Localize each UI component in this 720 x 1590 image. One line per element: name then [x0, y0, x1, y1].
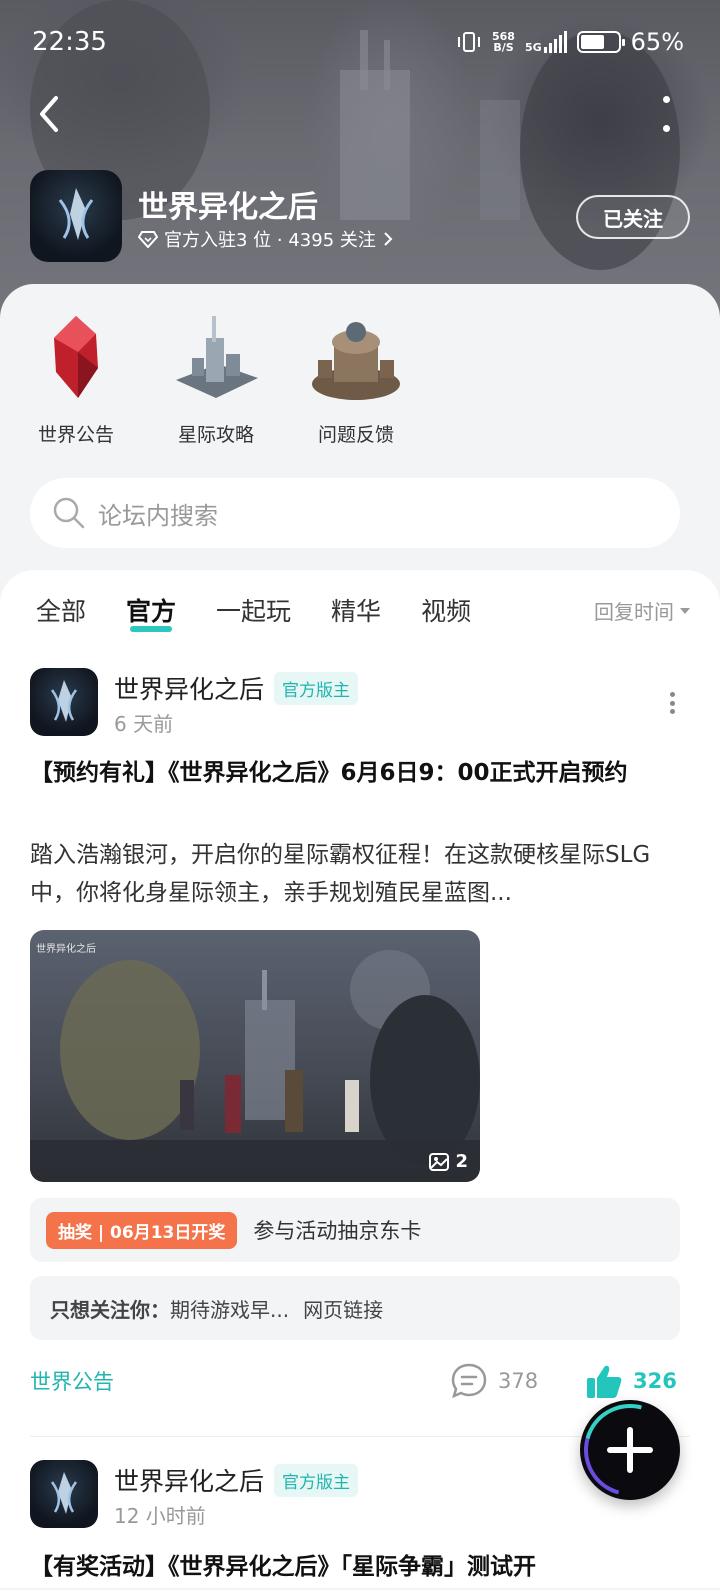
- shortcut-label: 星际攻略: [177, 424, 254, 446]
- web-link[interactable]: 网页链接: [303, 1294, 383, 1323]
- net-speed: 568 B/S: [492, 31, 515, 53]
- game-emblem-icon: [58, 188, 94, 240]
- tab-official[interactable]: 官方: [126, 592, 176, 632]
- post-author: 世界异化之后 官方版主: [114, 1462, 359, 1498]
- like-count: 326: [633, 1369, 677, 1393]
- forum-tag[interactable]: 世界公告: [30, 1366, 114, 1396]
- link-label: 只想关注你：: [50, 1297, 170, 1322]
- lottery-banner[interactable]: 抽奖 | 06月13日开奖 参与活动抽京东卡: [30, 1198, 680, 1262]
- shortcut-label: 问题反馈: [317, 424, 394, 446]
- chevron-right-icon: [384, 232, 393, 246]
- tab-featured[interactable]: 精华: [331, 592, 381, 628]
- game-title: 世界异化之后: [138, 190, 318, 225]
- image-count-value: 2: [455, 1151, 468, 1172]
- like-button[interactable]: 326: [585, 1362, 677, 1400]
- link-text: 期待游戏早...: [170, 1297, 290, 1322]
- game-meta-text: 官方入驻3 位 · 4395 关注: [164, 230, 376, 251]
- shortcut-feedback[interactable]: 问题反馈: [310, 308, 402, 447]
- forum-top-card: 世界公告 星际攻略 问题反馈 论坛内搜索: [0, 284, 720, 594]
- shortcut-row: 世界公告 星际攻略 问题反馈: [30, 308, 402, 447]
- shortcut-label: 世界公告: [37, 424, 114, 446]
- search-placeholder: 论坛内搜索: [98, 501, 218, 530]
- image-watermark: 世界异化之后: [36, 944, 96, 955]
- attachment-link[interactable]: 只想关注你： 期待游戏早... 网页链接: [30, 1276, 680, 1340]
- status-time: 22:35: [32, 27, 107, 57]
- game-meta[interactable]: 官方入驻3 位 · 4395 关注: [138, 226, 394, 252]
- post-time: 12 小时前: [114, 1504, 206, 1528]
- caret-down-icon: [680, 607, 690, 614]
- more-options-button[interactable]: [660, 96, 672, 132]
- post-title: 【有奖活动】《世界异化之后》「星际争霸」测试开: [30, 1554, 536, 1580]
- battery-icon: [576, 31, 625, 53]
- status-icons: 568 B/S 5G 65%: [456, 28, 684, 56]
- avatar[interactable]: [30, 1460, 98, 1528]
- shortcut-world-notice[interactable]: 世界公告: [30, 308, 122, 447]
- post-card[interactable]: 世界异化之后 官方版主 6 天前 【预约有礼】《世界异化之后》6月6日9：00正…: [30, 668, 690, 1428]
- game-logo: [30, 170, 122, 262]
- shortcut-star-guide[interactable]: 星际攻略: [170, 308, 262, 447]
- net-speed-unit: B/S: [493, 41, 514, 54]
- post-author: 世界异化之后 官方版主: [114, 670, 359, 706]
- lottery-text: 参与活动抽京东卡: [253, 1219, 422, 1243]
- back-button[interactable]: [32, 94, 68, 134]
- network-type: 5G: [524, 41, 542, 54]
- reactor-icon: [312, 322, 400, 400]
- moderator-badge: 官方版主: [274, 1463, 359, 1497]
- image-count: 2: [429, 1151, 468, 1172]
- post-artwork: [30, 950, 480, 1182]
- search-icon: [53, 497, 85, 529]
- author-name: 世界异化之后: [114, 1467, 265, 1496]
- red-crystal-icon: [54, 316, 98, 398]
- game-emblem-icon: [50, 680, 78, 722]
- comment-icon: [451, 1363, 487, 1399]
- thumbs-up-icon: [587, 1365, 622, 1398]
- comment-button[interactable]: 378: [450, 1362, 538, 1400]
- diamond-icon: [138, 231, 158, 248]
- filter-tabs: 全部 官方 一起玩 精华 视频 回复时间: [36, 592, 690, 632]
- tab-play-together[interactable]: 一起玩: [216, 592, 291, 628]
- post-body: 踏入浩瀚银河，开启你的星际霸权征程！在这款硬核星际SLG中，你将化身星际领主，亲…: [30, 842, 651, 906]
- space-station-icon: [176, 316, 258, 398]
- post-image[interactable]: 世界异化之后 2: [30, 930, 480, 1182]
- plus-icon: [607, 1427, 653, 1473]
- sort-dropdown[interactable]: 回复时间: [594, 596, 690, 625]
- lottery-tag: 抽奖 | 06月13日开奖: [46, 1211, 238, 1249]
- create-post-button[interactable]: [580, 1400, 680, 1500]
- post-footer: 世界公告 378 326: [30, 1362, 680, 1402]
- tab-all[interactable]: 全部: [36, 592, 86, 628]
- image-icon: [429, 1152, 450, 1171]
- vibrate-icon: [458, 32, 480, 52]
- search-bar[interactable]: 论坛内搜索: [30, 478, 680, 548]
- moderator-badge: 官方版主: [274, 671, 359, 705]
- game-emblem-icon: [50, 1472, 78, 1514]
- sort-label: 回复时间: [594, 600, 674, 624]
- chevron-left-icon: [40, 96, 58, 132]
- post-more-button[interactable]: [670, 692, 676, 714]
- avatar[interactable]: [30, 668, 98, 736]
- network-indicator: 5G: [525, 31, 567, 53]
- author-name: 世界异化之后: [114, 675, 265, 704]
- comment-count: 378: [498, 1369, 539, 1393]
- post-title: 【预约有礼】《世界异化之后》6月6日9：00正式开启预约: [30, 760, 628, 786]
- battery-percent: 65%: [630, 28, 684, 56]
- tab-video[interactable]: 视频: [421, 592, 471, 628]
- post-time: 6 天前: [114, 712, 174, 736]
- signal-icon: [543, 31, 567, 53]
- status-bar: 22:35 568 B/S 5G 65%: [32, 22, 684, 62]
- follow-button[interactable]: 已关注: [576, 195, 690, 239]
